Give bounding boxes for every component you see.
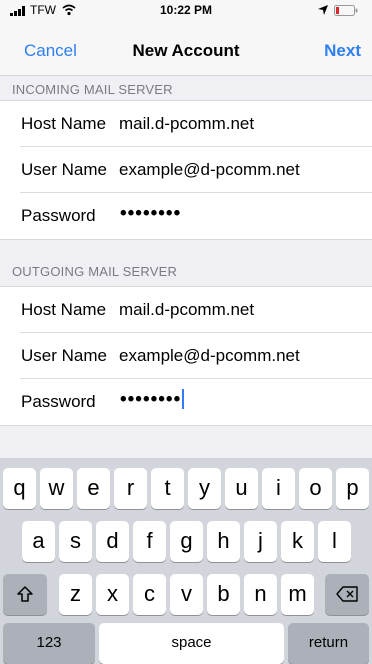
key-q[interactable]: q xyxy=(3,468,36,509)
key-s[interactable]: s xyxy=(59,521,92,562)
row-label: User Name xyxy=(21,160,107,179)
shift-icon xyxy=(17,586,33,602)
status-bar: TFW 10:22 PM xyxy=(0,0,372,22)
outgoing-user-row[interactable]: User Name example@d-pcomm.net xyxy=(0,333,372,379)
key-d[interactable]: d xyxy=(96,521,129,562)
location-icon xyxy=(318,5,328,15)
incoming-user-row[interactable]: User Name example@d-pcomm.net xyxy=(0,147,372,193)
key-o[interactable]: o xyxy=(299,468,332,509)
row-label: User Name xyxy=(21,346,107,365)
row-label: Host Name xyxy=(21,300,107,319)
row-label: Password xyxy=(21,206,96,225)
numbers-key[interactable]: 123 xyxy=(3,623,95,664)
key-e[interactable]: e xyxy=(77,468,110,509)
row-label: Password xyxy=(21,392,96,411)
key-k[interactable]: k xyxy=(281,521,314,562)
key-v[interactable]: v xyxy=(170,574,203,615)
outgoing-section-header: OUTGOING MAIL SERVER xyxy=(12,264,178,279)
key-m[interactable]: m xyxy=(281,574,314,615)
status-time: 10:22 PM xyxy=(159,3,213,17)
key-j[interactable]: j xyxy=(244,521,277,562)
key-i[interactable]: i xyxy=(262,468,295,509)
key-z[interactable]: z xyxy=(59,574,92,615)
key-t[interactable]: t xyxy=(151,468,184,509)
return-key[interactable]: return xyxy=(288,623,369,664)
password-dots: •••••••• xyxy=(120,389,182,410)
key-h[interactable]: h xyxy=(207,521,240,562)
key-g[interactable]: g xyxy=(170,521,203,562)
incoming-host-row[interactable]: Host Name mail.d-pcomm.net xyxy=(0,101,372,147)
incoming-host-field[interactable]: mail.d-pcomm.net xyxy=(119,114,254,134)
outgoing-user-field[interactable]: example@d-pcomm.net xyxy=(119,346,300,366)
key-y[interactable]: y xyxy=(188,468,221,509)
key-n[interactable]: n xyxy=(244,574,277,615)
outgoing-password-field[interactable]: •••••••• xyxy=(120,389,185,411)
outgoing-server-group: Host Name mail.d-pcomm.net User Name exa… xyxy=(0,286,372,426)
next-button[interactable]: Next xyxy=(324,41,361,61)
incoming-password-row[interactable]: Password •••••••• xyxy=(0,193,372,239)
key-a[interactable]: a xyxy=(22,521,55,562)
nav-bar: Cancel New Account Next xyxy=(0,22,372,76)
backspace-key[interactable] xyxy=(325,574,369,615)
row-label: Host Name xyxy=(21,114,107,133)
backspace-icon xyxy=(336,586,358,602)
key-r[interactable]: r xyxy=(114,468,147,509)
page-title: New Account xyxy=(132,41,240,60)
incoming-section-header: INCOMING MAIL SERVER xyxy=(12,82,173,97)
space-key[interactable]: space xyxy=(99,623,284,664)
keyboard: q w e r t y u i o p a s d f g h j k l z … xyxy=(0,458,372,664)
outgoing-host-row[interactable]: Host Name mail.d-pcomm.net xyxy=(0,287,372,333)
key-x[interactable]: x xyxy=(96,574,129,615)
key-w[interactable]: w xyxy=(40,468,73,509)
incoming-server-group: Host Name mail.d-pcomm.net User Name exa… xyxy=(0,100,372,240)
incoming-user-field[interactable]: example@d-pcomm.net xyxy=(119,160,300,180)
outgoing-password-row[interactable]: Password •••••••• xyxy=(0,379,372,425)
outgoing-host-field[interactable]: mail.d-pcomm.net xyxy=(119,300,254,320)
key-f[interactable]: f xyxy=(133,521,166,562)
incoming-password-field[interactable]: •••••••• xyxy=(120,203,181,225)
shift-key[interactable] xyxy=(3,574,47,615)
battery-icon xyxy=(334,5,358,16)
text-caret xyxy=(182,389,185,409)
key-l[interactable]: l xyxy=(318,521,351,562)
key-c[interactable]: c xyxy=(133,574,166,615)
key-b[interactable]: b xyxy=(207,574,240,615)
key-u[interactable]: u xyxy=(225,468,258,509)
key-p[interactable]: p xyxy=(336,468,369,509)
